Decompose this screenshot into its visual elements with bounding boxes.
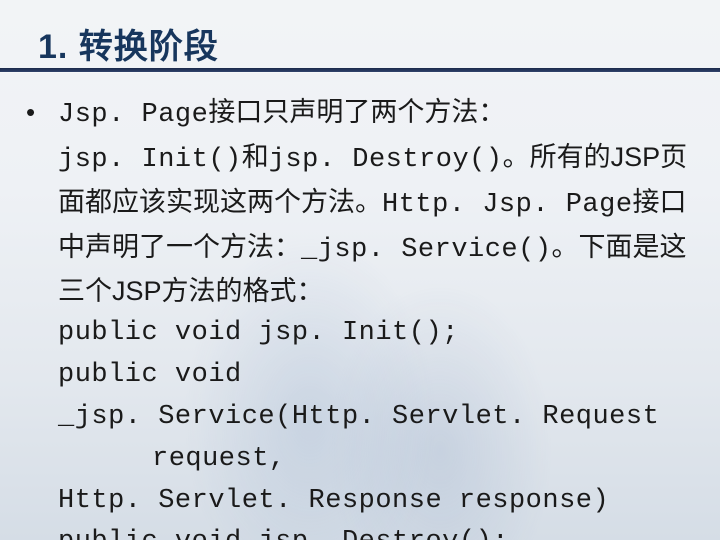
bullet-glyph: • [24,92,58,313]
paragraph: Jsp. Page接口只声明了两个方法： jsp. Init()和jsp. De… [58,92,696,313]
code-line: request, [24,439,696,481]
code-line: public void jsp. Destroy(); [24,522,696,540]
code-inline: Jsp. Page [58,100,208,130]
code-inline: jsp. Destroy() [269,145,503,175]
text-span: 和 [242,142,269,172]
slide-title-bar: 1. 转换阶段 [0,14,720,72]
code-inline: Http. Jsp. Page [382,190,633,220]
code-line: Http. Servlet. Response response) [24,481,696,523]
text-span: 接口只声明了两个方法： [208,97,505,127]
bullet-item: • Jsp. Page接口只声明了两个方法： jsp. Init()和jsp. … [24,92,696,313]
code-line: public void [24,355,696,397]
code-inline: jsp. Init() [58,145,242,175]
code-line: _jsp. Service(Http. Servlet. Request [24,397,696,439]
code-inline: _jsp. Service() [301,235,552,265]
slide-title: 1. 转换阶段 [38,19,219,68]
code-line: public void jsp. Init(); [24,313,696,355]
slide-body: • Jsp. Page接口只声明了两个方法： jsp. Init()和jsp. … [24,92,696,540]
